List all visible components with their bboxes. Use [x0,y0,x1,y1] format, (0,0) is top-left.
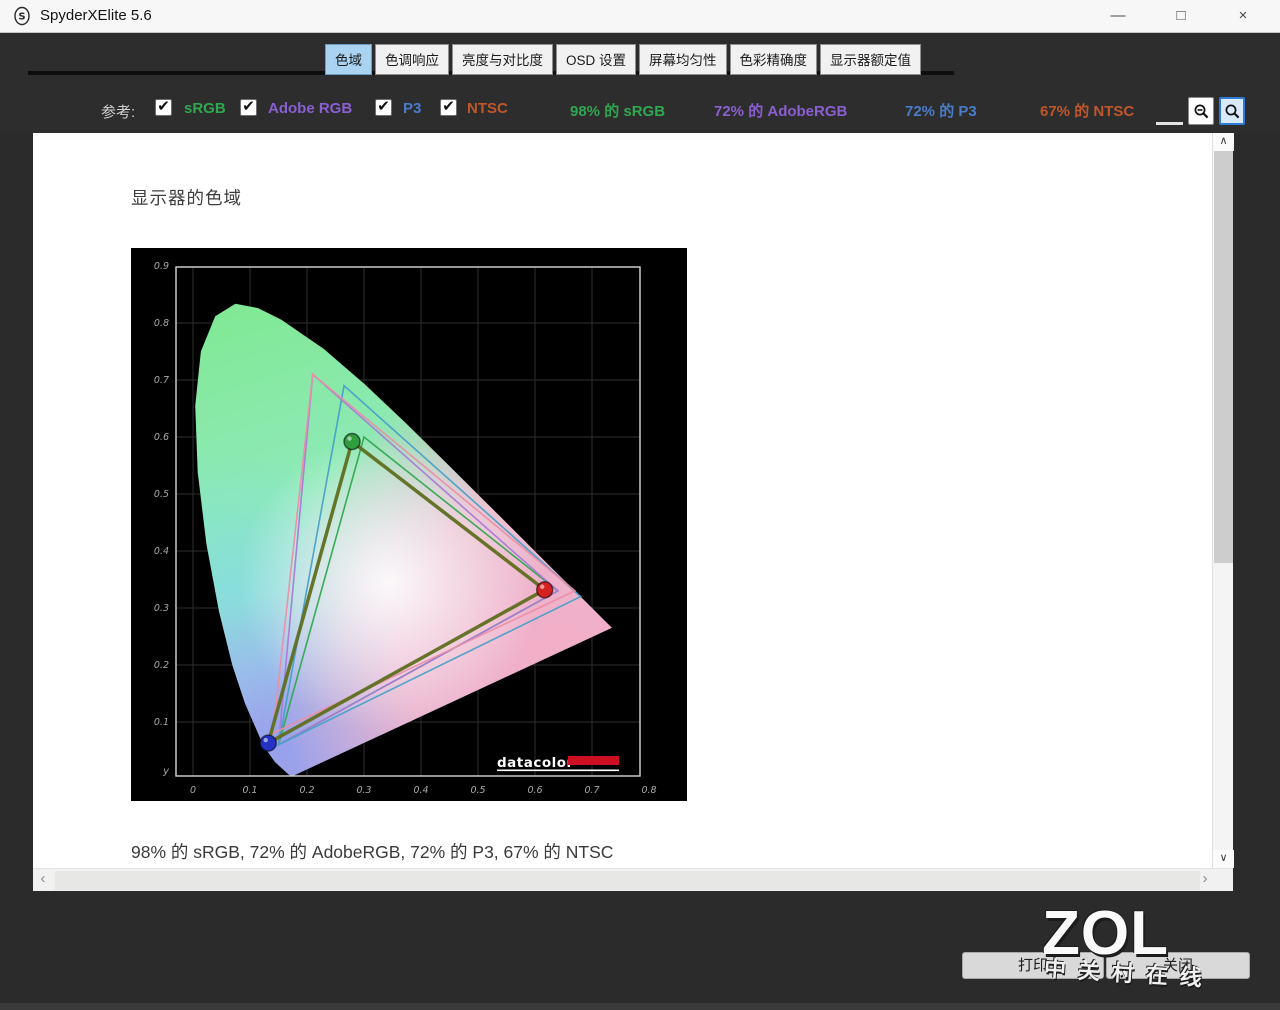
datacolor-red-bar [568,756,619,765]
coverage-p3: 72% 的 P3 [905,100,977,121]
datacolor-logo-text: datacolor [497,755,574,771]
checkbox-label-ntsc[interactable]: NTSC [467,100,508,117]
checkbox-label-srgb[interactable]: sRGB [184,100,226,117]
svg-text:0.7: 0.7 [584,785,599,796]
checkbox-p3[interactable]: ✔ [375,99,392,116]
scroll-up-button[interactable]: ∧ [1213,133,1234,151]
checkbox-check-icon: ✔ [377,98,390,115]
svg-text:0.2: 0.2 [299,785,314,796]
cie-chromaticity-diagram: 0 0.1 0.2 0.3 0.4 0.5 0.6 0.7 0.8 0.1 0.2 0.3 0.4 0.5… [131,248,687,801]
minimize-button[interactable]: — [1095,0,1141,32]
coverage-adobergb: 72% 的 AdobeRGB [714,100,847,121]
tab-brightness-contrast[interactable]: 亮度与对比度 [452,44,553,75]
zoom-out-button[interactable] [1188,97,1214,125]
svg-text:0.6: 0.6 [154,432,169,443]
checkbox-check-icon: ✔ [157,98,170,115]
scroll-left-button[interactable]: ‹ [33,869,53,891]
reference-label: 参考: [101,101,135,122]
svg-text:0.8: 0.8 [154,318,169,329]
vertical-scroll-thumb[interactable] [1214,151,1233,563]
checkbox-label-p3[interactable]: P3 [403,100,421,117]
svg-text:0.7: 0.7 [154,375,169,386]
tab-osd-settings[interactable]: OSD 设置 [556,44,636,75]
svg-text:y: y [162,766,170,777]
tab-bar: 色域 色调响应 亮度与对比度 OSD 设置 屏幕均匀性 色彩精确度 显示器额定值 [325,44,921,75]
svg-text:0.1: 0.1 [154,717,169,728]
window-title: SpyderXElite 5.6 [40,7,152,24]
svg-text:0.3: 0.3 [154,603,169,614]
checkbox-adobe-rgb[interactable]: ✔ [240,99,257,116]
maximize-button[interactable]: □ [1158,0,1204,32]
svg-text:0.8: 0.8 [641,785,656,796]
divider-dash [1156,122,1183,125]
checkbox-srgb[interactable]: ✔ [155,99,172,116]
checkbox-check-icon: ✔ [242,98,255,115]
svg-text:0.9: 0.9 [154,261,169,272]
svg-text:0.5: 0.5 [470,785,485,796]
checkbox-ntsc[interactable]: ✔ [440,99,457,116]
tab-gamut[interactable]: 色域 [325,44,372,75]
coverage-srgb: 98% 的 sRGB [570,100,665,121]
svg-text:0.4: 0.4 [154,546,169,557]
svg-text:S: S [18,12,25,23]
close-button[interactable]: × [1220,0,1266,32]
tab-color-accuracy[interactable]: 色彩精确度 [730,44,818,75]
scroll-down-button[interactable]: ∨ [1213,850,1234,868]
svg-text:0.3: 0.3 [356,785,371,796]
report-page: 显示器的色域 [33,133,1212,868]
svg-text:0.2: 0.2 [154,660,169,671]
gamut-chart: 0 0.1 0.2 0.3 0.4 0.5 0.6 0.7 0.8 0.1 0.2 0.3 0.4 0.5… [131,248,687,801]
title-bar: S SpyderXElite 5.6 — □ × [0,0,1280,33]
svg-text:0.4: 0.4 [413,785,428,796]
coverage-ntsc: 67% 的 NTSC [1040,100,1134,121]
svg-text:0: 0 [190,785,196,796]
top-panel: 色域 色调响应 亮度与对比度 OSD 设置 屏幕均匀性 色彩精确度 显示器额定值… [0,34,1280,133]
zoom-out-icon [1193,103,1210,120]
vertical-scrollbar[interactable]: ∧ ∨ [1212,133,1233,868]
coverage-summary: 98% 的 sRGB, 72% 的 AdobeRGB, 72% 的 P3, 67… [131,839,613,864]
svg-text:0.1: 0.1 [242,785,257,796]
horizontal-scrollbar[interactable]: ‹ › [33,868,1233,891]
zoom-in-button[interactable] [1219,97,1245,125]
svg-text:0.5: 0.5 [154,489,169,500]
tab-screen-uniformity[interactable]: 屏幕均匀性 [639,44,727,75]
page-title: 显示器的色域 [131,185,242,210]
tab-display-rating[interactable]: 显示器额定值 [820,44,921,75]
window-bottom-edge [0,1003,1280,1010]
scroll-right-button[interactable]: › [1195,869,1215,891]
tab-tone-response[interactable]: 色调响应 [375,44,449,75]
horizontal-scroll-thumb[interactable] [55,871,1200,890]
checkbox-label-adobe-rgb[interactable]: Adobe RGB [268,100,352,117]
zoom-in-icon [1224,103,1241,120]
svg-text:0.6: 0.6 [527,785,542,796]
checkbox-check-icon: ✔ [442,98,455,115]
spyder-logo-icon: S [12,6,32,26]
datacolor-underline [497,770,619,772]
